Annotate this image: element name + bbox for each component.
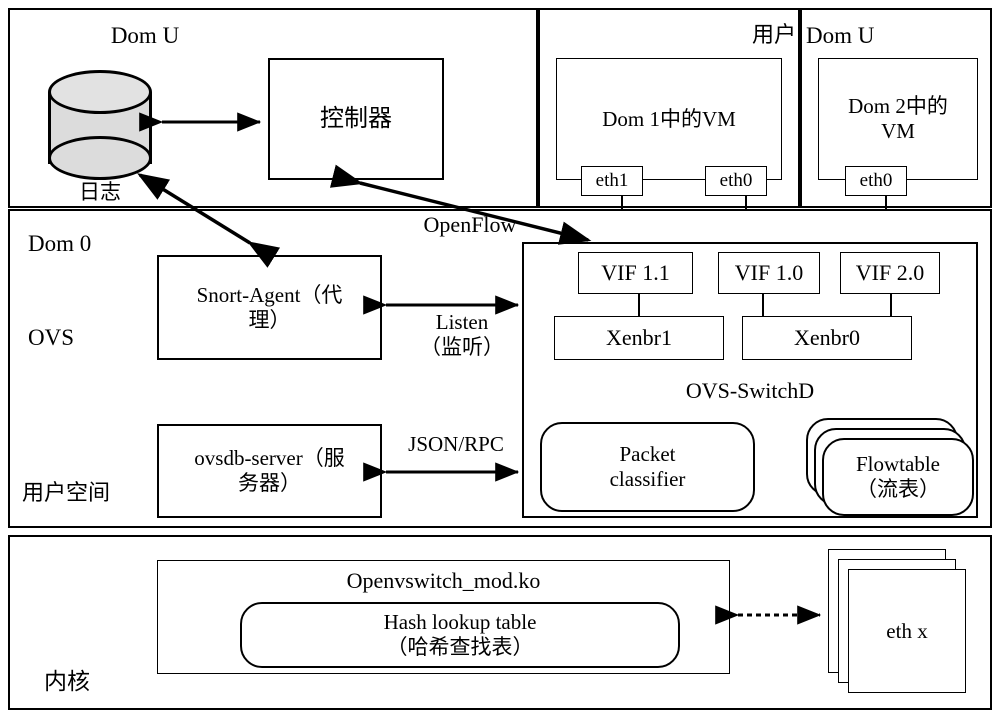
controller-label: 控制器 <box>320 105 392 132</box>
packet-classifier-box[interactable]: Packet classifier <box>540 422 755 512</box>
panel-userspace-label: 用户空间 <box>22 480 111 505</box>
listen-edge-label: Listen （监听） <box>420 310 504 360</box>
eth-x-label: eth x <box>886 618 928 643</box>
openflow-edge-label: OpenFlow <box>423 212 517 237</box>
vm2-label: Dom 2中的 VM <box>848 94 948 143</box>
ovsdb-server-label: ovsdb-server（服 务器） <box>194 446 345 495</box>
eth0-vm2-port[interactable]: eth0 <box>845 166 907 196</box>
hash-lookup-table-box[interactable]: Hash lookup table （哈希查找表） <box>240 602 680 668</box>
snort-agent-label: Snort-Agent（代 理） <box>196 282 343 332</box>
eth1-vm1-port[interactable]: eth1 <box>581 166 643 196</box>
hash-lookup-table-label: Hash lookup table （哈希查找表） <box>383 609 537 659</box>
link-vif11-xenbr1 <box>638 294 640 316</box>
diagram-canvas: Dom U 用户 Dom U 日志 控制器 Dom 1中的VM Dom 2中的 … <box>0 0 1000 718</box>
ovsdb-server-box[interactable]: ovsdb-server（服 务器） <box>157 424 382 518</box>
log-cylinder-bottom <box>48 136 152 180</box>
vif-1-0-box[interactable]: VIF 1.0 <box>718 252 820 294</box>
eth0-vm1-label: eth0 <box>719 169 753 191</box>
vif-2-0-label: VIF 2.0 <box>855 260 925 286</box>
jsonrpc-edge-label: JSON/RPC <box>408 432 504 456</box>
panel-user-middle-label: 用户 <box>751 22 796 47</box>
panel-kernel-label: 内核 <box>44 669 90 694</box>
xenbr1-label: Xenbr1 <box>606 325 672 351</box>
xenbr1-box[interactable]: Xenbr1 <box>554 316 724 360</box>
log-cylinder-top <box>48 70 152 114</box>
vif-1-1-box[interactable]: VIF 1.1 <box>578 252 693 294</box>
eth0-vm1-port[interactable]: eth0 <box>705 166 767 196</box>
vm1-label: Dom 1中的VM <box>602 106 736 131</box>
flowtable-label: Flowtable （流表） <box>856 451 940 501</box>
vm2-box[interactable]: Dom 2中的 VM <box>818 58 978 180</box>
packet-classifier-label: Packet classifier <box>609 441 686 491</box>
panel-dom-u-left-label: Dom U <box>110 23 180 48</box>
eth1-vm1-label: eth1 <box>595 169 629 191</box>
flowtable-box[interactable]: Flowtable （流表） <box>822 438 974 516</box>
panel-dom-u-right-label: Dom U <box>806 23 875 48</box>
log-cylinder-label: 日志 <box>79 180 121 204</box>
link-vif20-xenbr0 <box>890 294 892 316</box>
xenbr0-label: Xenbr0 <box>794 325 860 351</box>
panel-ovs-label: OVS <box>28 325 75 350</box>
vm1-box[interactable]: Dom 1中的VM <box>556 58 782 180</box>
openvswitch-mod-label: Openvswitch_mod.ko <box>346 568 541 593</box>
eth0-vm2-label: eth0 <box>859 169 893 191</box>
eth-x-box[interactable]: eth x <box>848 569 966 693</box>
panel-dom0-label: Dom 0 <box>28 231 92 256</box>
controller-box[interactable]: 控制器 <box>268 58 444 180</box>
ovs-switchd-label: OVS-SwitchD <box>685 378 815 403</box>
snort-agent-box[interactable]: Snort-Agent（代 理） <box>157 255 382 360</box>
vif-2-0-box[interactable]: VIF 2.0 <box>840 252 940 294</box>
xenbr0-box[interactable]: Xenbr0 <box>742 316 912 360</box>
vif-1-1-label: VIF 1.1 <box>601 260 670 286</box>
link-vif10-xenbr0 <box>762 294 764 316</box>
vif-1-0-label: VIF 1.0 <box>734 260 804 286</box>
